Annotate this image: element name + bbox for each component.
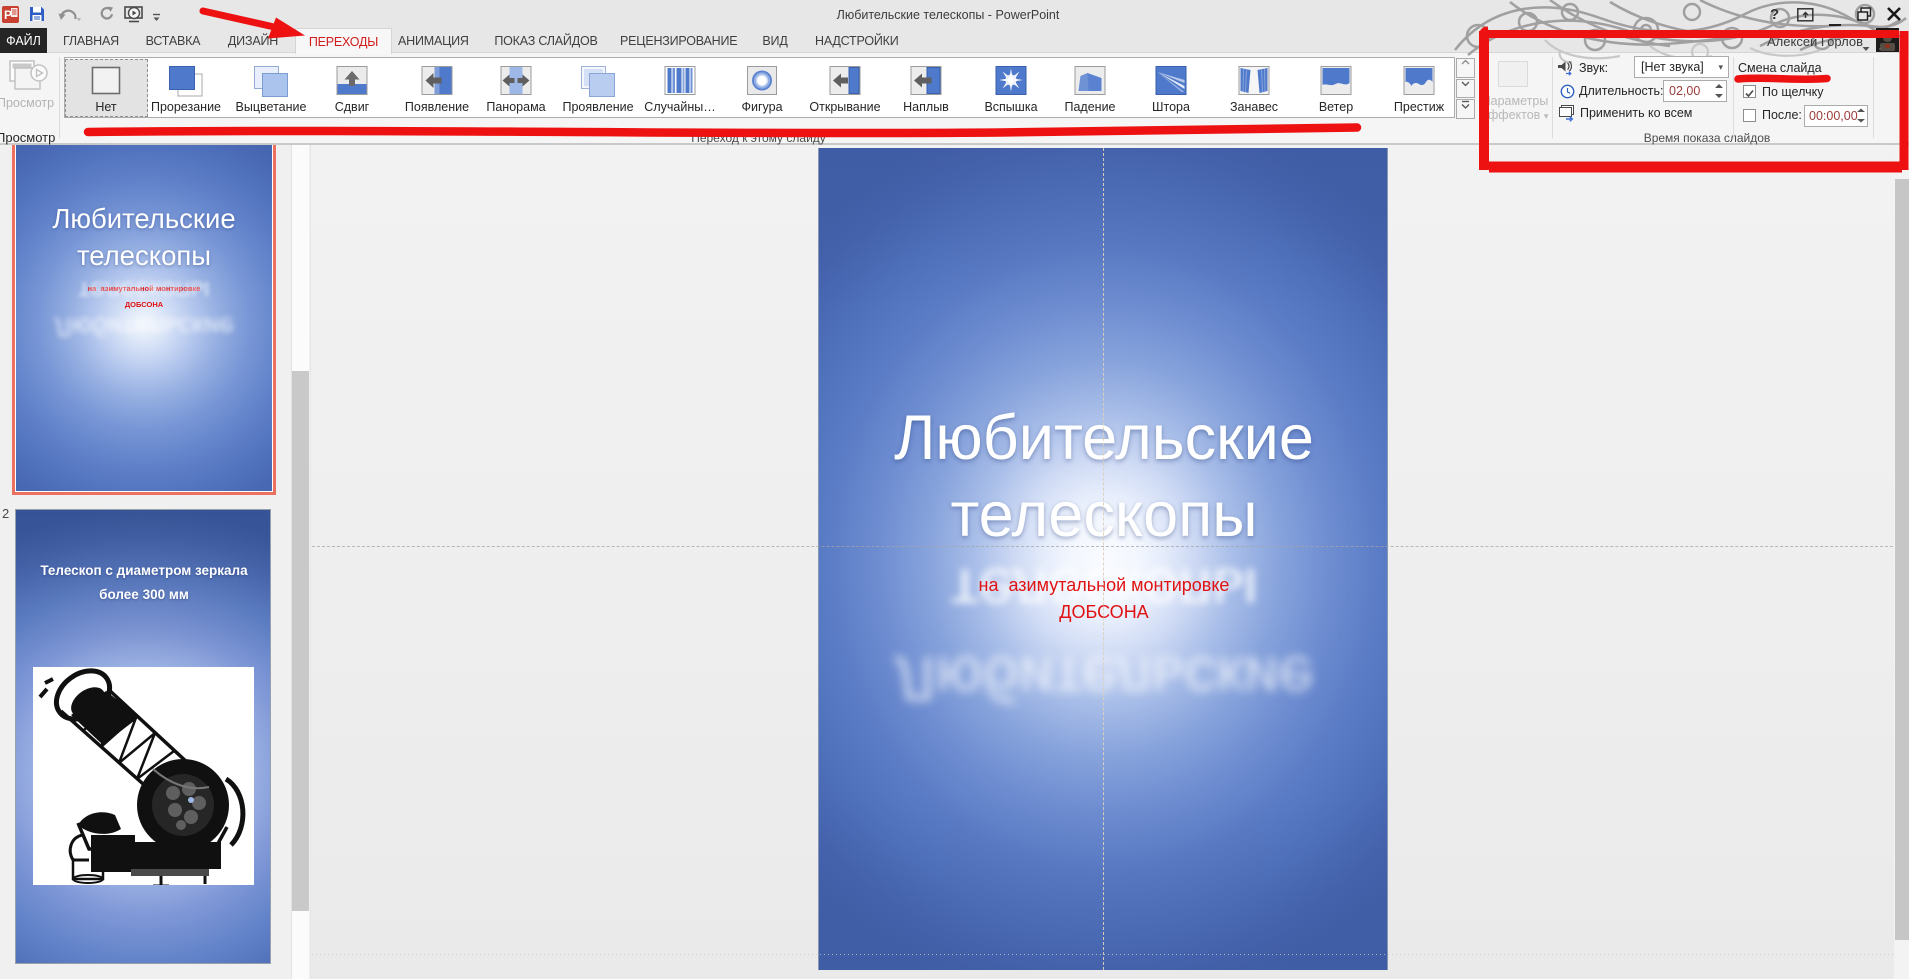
svg-text:P: P <box>4 8 12 22</box>
